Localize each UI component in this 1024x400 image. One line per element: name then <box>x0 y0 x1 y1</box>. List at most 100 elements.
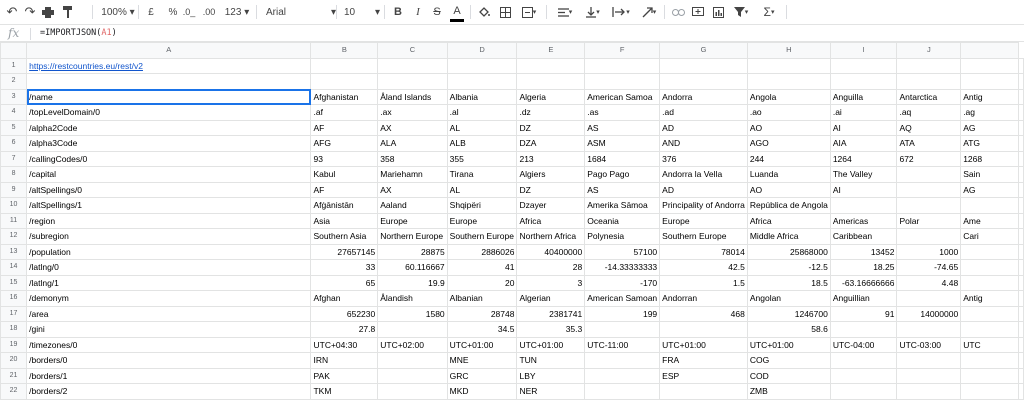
cell[interactable]: 1684 <box>584 150 661 167</box>
cell-a[interactable]: /borders/1 <box>26 367 312 384</box>
cell[interactable]: UTC-11:00 <box>584 336 661 353</box>
cell[interactable]: República de Angola <box>746 197 831 214</box>
cell[interactable]: Afghanistan <box>310 88 379 105</box>
cell[interactable]: ASM <box>584 135 661 152</box>
row-header[interactable]: 12 <box>0 228 28 245</box>
cell[interactable] <box>1018 305 1024 322</box>
cell[interactable]: -170 <box>584 274 661 291</box>
cell[interactable] <box>1018 290 1024 307</box>
cell[interactable]: .ai <box>829 104 898 121</box>
cell[interactable]: TUN <box>516 352 586 369</box>
cell[interactable] <box>659 73 748 90</box>
formula-input[interactable]: =IMPORTJSON(A1) <box>40 28 117 38</box>
column-header-e[interactable]: E <box>516 42 586 59</box>
cell[interactable]: -74.65 <box>896 259 962 276</box>
cell[interactable] <box>1018 212 1024 229</box>
cell[interactable]: AO <box>746 181 831 198</box>
cell[interactable] <box>746 73 831 90</box>
column-header-a[interactable]: A <box>26 42 312 59</box>
cell[interactable]: .af <box>310 104 379 121</box>
cell[interactable]: -12.5 <box>746 259 831 276</box>
cell[interactable]: Cari <box>960 228 1019 245</box>
cell-a[interactable]: /altSpellings/0 <box>26 181 312 198</box>
cell[interactable] <box>584 73 661 90</box>
row-header[interactable]: 7 <box>0 150 28 167</box>
cell[interactable]: ESP <box>659 367 748 384</box>
cell[interactable]: Andorra <box>659 88 748 105</box>
cell[interactable]: 1246700 <box>746 305 831 322</box>
row-header[interactable]: 16 <box>0 290 28 307</box>
cell[interactable]: .ao <box>746 104 831 121</box>
text-rotation-icon[interactable]: ▾ <box>638 2 660 22</box>
cell[interactable] <box>896 228 962 245</box>
row-header[interactable]: 22 <box>0 383 28 400</box>
row-header[interactable]: 11 <box>0 212 28 229</box>
cell[interactable]: Tirana <box>446 166 518 183</box>
row-header[interactable]: 5 <box>0 119 28 136</box>
cell[interactable]: Americas <box>829 212 898 229</box>
cell[interactable] <box>446 73 518 90</box>
cell[interactable]: 42.5 <box>659 259 748 276</box>
cell[interactable] <box>659 383 748 400</box>
column-header-h[interactable]: H <box>746 42 831 59</box>
cell[interactable]: GRC <box>446 367 518 384</box>
cell[interactable]: Ålandish <box>377 290 448 307</box>
text-wrapping-icon[interactable]: ▾ <box>608 2 634 22</box>
zoom-select[interactable]: 100% ▾ <box>100 2 136 22</box>
column-header-partial[interactable] <box>960 42 1019 59</box>
cell[interactable]: Europe <box>446 212 518 229</box>
cell[interactable]: ATG <box>960 135 1019 152</box>
cell[interactable]: AF <box>310 119 379 136</box>
cell[interactable]: Anguillian <box>829 290 898 307</box>
cell[interactable]: LBY <box>516 367 586 384</box>
row-header[interactable]: 14 <box>0 259 28 276</box>
cell-a[interactable]: /subregion <box>26 228 312 245</box>
row-header[interactable]: 21 <box>0 367 28 384</box>
cell[interactable] <box>1018 166 1024 183</box>
merge-cells-icon[interactable]: ▾ <box>518 2 540 22</box>
insert-chart-icon[interactable] <box>710 2 726 22</box>
cell[interactable]: IRN <box>310 352 379 369</box>
cell[interactable] <box>1018 73 1024 90</box>
cell[interactable] <box>1018 119 1024 136</box>
cell[interactable]: Dzayer <box>516 197 586 214</box>
cell[interactable]: 3 <box>516 274 586 291</box>
cell[interactable]: 672 <box>896 150 962 167</box>
cell[interactable]: Asia <box>310 212 379 229</box>
cell-a[interactable]: /callingCodes/0 <box>26 150 312 167</box>
cell[interactable] <box>896 321 962 338</box>
cell[interactable]: 34.5 <box>446 321 518 338</box>
cell[interactable]: DZ <box>516 119 586 136</box>
currency-button[interactable]: £ <box>144 2 158 22</box>
cell[interactable]: MKD <box>446 383 518 400</box>
cell[interactable]: 57100 <box>584 243 661 260</box>
cell[interactable]: Oceania <box>584 212 661 229</box>
cell[interactable]: 35.3 <box>516 321 586 338</box>
cell-a[interactable] <box>26 73 312 90</box>
cell-a[interactable]: /timezones/0 <box>26 336 312 353</box>
cell-a[interactable]: /latlng/0 <box>26 259 312 276</box>
cell-a[interactable]: /gini <box>26 321 312 338</box>
cell[interactable] <box>960 274 1019 291</box>
cell[interactable] <box>960 259 1019 276</box>
cell-a[interactable]: /name <box>26 88 312 105</box>
cell[interactable]: -63.16666666 <box>829 274 898 291</box>
cell-a[interactable]: /demonym <box>26 290 312 307</box>
cell[interactable]: 58.6 <box>746 321 831 338</box>
cell-a[interactable]: /altSpellings/1 <box>26 197 312 214</box>
cell[interactable]: UTC <box>960 336 1019 353</box>
undo-icon[interactable]: ↶ <box>4 2 20 22</box>
cell[interactable]: Antig <box>960 290 1019 307</box>
cell[interactable] <box>960 57 1019 74</box>
cell[interactable]: UTC+01:00 <box>516 336 586 353</box>
cell[interactable] <box>516 57 586 74</box>
cell[interactable]: Kabul <box>310 166 379 183</box>
cell[interactable]: 93 <box>310 150 379 167</box>
cell[interactable]: Algerian <box>516 290 586 307</box>
cell[interactable]: Sain <box>960 166 1019 183</box>
cell[interactable]: Amerika Sāmoa <box>584 197 661 214</box>
cell[interactable] <box>829 57 898 74</box>
cell[interactable] <box>1018 367 1024 384</box>
cell[interactable]: ATA <box>896 135 962 152</box>
cell[interactable]: 13452 <box>829 243 898 260</box>
